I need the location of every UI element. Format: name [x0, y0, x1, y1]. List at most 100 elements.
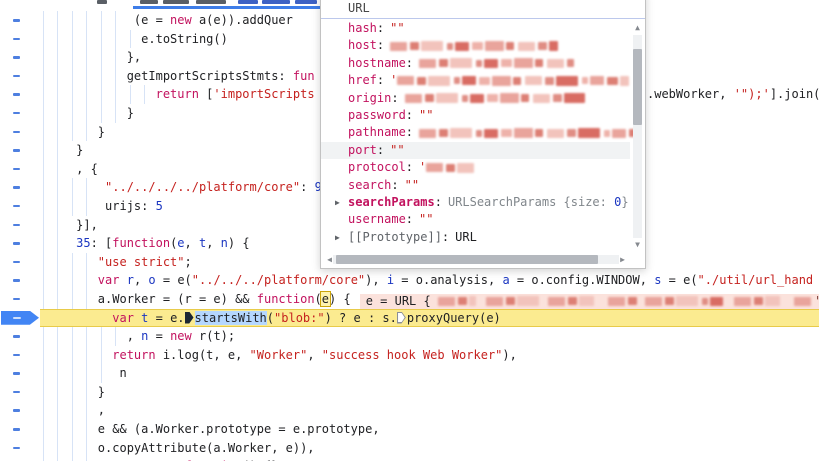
indent-guide — [43, 178, 44, 197]
gutter-dash[interactable] — [13, 409, 20, 412]
breakpoint-gutter[interactable] — [0, 67, 40, 86]
breakpoint-gutter[interactable] — [0, 48, 40, 67]
inline-breakpoint-icon-filled[interactable] — [185, 312, 194, 324]
breakpoint-gutter[interactable] — [0, 439, 40, 458]
gutter-dash[interactable] — [13, 93, 20, 96]
breakpoint-gutter[interactable] — [0, 346, 40, 365]
gutter-dash[interactable] — [13, 19, 20, 22]
breakpoint-gutter[interactable] — [0, 309, 40, 328]
code-line[interactable]: } — [0, 383, 819, 402]
gutter-dash[interactable] — [13, 75, 20, 78]
indent-guide — [72, 364, 73, 383]
breakpoint-gutter[interactable] — [0, 30, 40, 49]
code-line-content[interactable]: o.copyAttribute(a.Worker, e)), — [40, 439, 819, 458]
code-line-content[interactable]: , n = new r(t); — [40, 327, 819, 346]
gutter-dash[interactable] — [13, 354, 20, 357]
breakpoint-gutter[interactable] — [0, 123, 40, 142]
indent-guide — [115, 67, 116, 86]
gutter-dash[interactable] — [13, 205, 20, 208]
vertical-scrollbar[interactable]: ▲ ▼ — [631, 23, 644, 250]
code-line[interactable]: e && (a.Worker.prototype = e.prototype, — [0, 420, 819, 439]
gutter-dash[interactable] — [13, 112, 20, 115]
property-value: "" — [419, 107, 433, 124]
indent-guide — [57, 439, 58, 458]
gutter-dash[interactable] — [13, 428, 20, 431]
execution-line[interactable]: var t = e.startsWith("blob:") ? e : s.pr… — [0, 309, 819, 328]
gutter-dash[interactable] — [13, 38, 20, 41]
scroll-up-icon[interactable]: ▲ — [631, 23, 644, 33]
breakpoint-gutter[interactable] — [0, 364, 40, 383]
code-line-content[interactable]: } — [40, 383, 819, 402]
gutter-dash[interactable] — [13, 391, 20, 394]
indent-guide — [86, 346, 87, 365]
code-line[interactable]: , — [0, 401, 819, 420]
scrollbar-thumb[interactable] — [336, 255, 598, 264]
breakpoint-gutter[interactable] — [0, 11, 40, 30]
breakpoint-gutter[interactable] — [0, 234, 40, 253]
property-row[interactable]: ▶searchParams:URLSearchParams {size: 0} — [321, 194, 630, 211]
code-line-content[interactable]: return i.log(t, e, "Worker", "success ho… — [40, 346, 819, 365]
code-line-content[interactable]: var r, o = e("../../../platform/core"), … — [40, 271, 819, 290]
code-line[interactable]: , n = new r(t); — [0, 327, 819, 346]
breakpoint-gutter[interactable] — [0, 160, 40, 179]
gutter-dash[interactable] — [13, 261, 20, 264]
code-line-content[interactable]: e && (a.Worker.prototype = e.prototype, — [40, 420, 819, 439]
code-line[interactable]: return i.log(t, e, "Worker", "success ho… — [0, 346, 819, 365]
gutter-dash[interactable] — [13, 298, 20, 301]
gutter-dash[interactable] — [13, 242, 20, 245]
expand-arrow-icon[interactable]: ▶ — [335, 194, 348, 211]
gutter-dash[interactable] — [13, 149, 20, 152]
gutter-dash[interactable] — [13, 279, 20, 282]
indent-guide — [43, 401, 44, 420]
code-line[interactable]: t.exports = function() {} — [0, 457, 819, 461]
indent-guide — [43, 346, 44, 365]
gutter-dash[interactable] — [13, 372, 20, 375]
breakpoint-gutter[interactable] — [0, 383, 40, 402]
indent-guide — [101, 346, 102, 365]
code-line-content[interactable]: var t = e.startsWith("blob:") ? e : s.pr… — [40, 309, 819, 328]
indent-guide — [72, 439, 73, 458]
code-line[interactable]: a.Worker = (r = e) && function(e) {e = U… — [0, 290, 819, 309]
gutter-dash[interactable] — [13, 335, 20, 338]
breakpoint-gutter[interactable] — [0, 420, 40, 439]
horizontal-scrollbar[interactable]: ◀ ▶ — [323, 253, 629, 266]
code-line-content[interactable]: n — [40, 364, 819, 383]
breakpoint-gutter[interactable] — [0, 327, 40, 346]
code-line-content[interactable]: a.Worker = (r = e) && function(e) {e = U… — [40, 290, 819, 309]
code-line[interactable]: o.copyAttribute(a.Worker, e)), — [0, 439, 819, 458]
breakpoint-gutter[interactable] — [0, 457, 40, 461]
indent-guide — [43, 216, 44, 235]
breakpoint-gutter[interactable] — [0, 290, 40, 309]
gutter-dash[interactable] — [13, 168, 20, 171]
breakpoint-gutter[interactable] — [0, 104, 40, 123]
scrollbar-thumb[interactable] — [633, 49, 642, 125]
indent-guide — [86, 420, 87, 439]
redacted-value — [426, 163, 478, 173]
expand-arrow-icon[interactable]: ▶ — [335, 229, 348, 246]
breakpoint-gutter[interactable] — [0, 197, 40, 216]
scroll-down-icon[interactable]: ▼ — [631, 240, 644, 250]
property-row: username:"" — [321, 211, 630, 228]
gutter-dash[interactable] — [13, 131, 20, 134]
breakpoint-gutter[interactable] — [0, 271, 40, 290]
scroll-right-icon[interactable]: ▶ — [616, 255, 629, 265]
code-line[interactable]: var r, o = e("../../../platform/core"), … — [0, 271, 819, 290]
code-line[interactable]: n — [0, 364, 819, 383]
clipped-text-fragment — [97, 0, 107, 4]
breakpoint-gutter[interactable] — [0, 253, 40, 272]
inline-breakpoint-icon-outline[interactable] — [397, 312, 406, 324]
gutter-dash[interactable] — [13, 224, 20, 227]
breakpoint-gutter[interactable] — [0, 401, 40, 420]
breakpoint-gutter[interactable] — [0, 216, 40, 235]
property-row[interactable]: ▶[[Prototype]]:URL — [321, 229, 630, 246]
indent-guide — [115, 48, 116, 67]
breakpoint-gutter[interactable] — [0, 141, 40, 160]
gutter-dash[interactable] — [13, 447, 20, 450]
gutter-dash[interactable] — [13, 186, 20, 189]
code-line-content[interactable]: , — [40, 401, 819, 420]
gutter-dash[interactable] — [13, 56, 20, 59]
code-line-content[interactable]: t.exports = function() {} — [40, 457, 819, 461]
breakpoint-gutter[interactable] — [0, 178, 40, 197]
popover-title: URL — [321, 0, 645, 19]
breakpoint-gutter[interactable] — [0, 85, 40, 104]
